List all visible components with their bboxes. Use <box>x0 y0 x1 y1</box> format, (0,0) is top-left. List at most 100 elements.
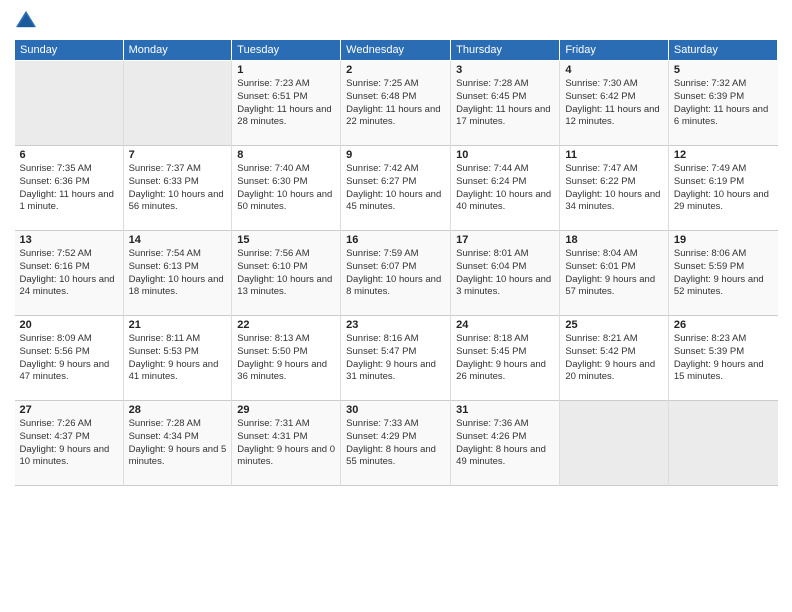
day-info: Sunrise: 7:59 AM Sunset: 6:07 PM Dayligh… <box>346 248 445 299</box>
col-header-friday: Friday <box>560 40 669 61</box>
day-number: 9 <box>346 149 445 161</box>
day-number: 2 <box>346 64 445 76</box>
day-number: 24 <box>456 319 554 331</box>
day-cell: 27Sunrise: 7:26 AM Sunset: 4:37 PM Dayli… <box>15 401 124 486</box>
day-info: Sunrise: 8:11 AM Sunset: 5:53 PM Dayligh… <box>129 333 227 384</box>
day-info: Sunrise: 7:37 AM Sunset: 6:33 PM Dayligh… <box>129 163 227 214</box>
day-number: 25 <box>565 319 663 331</box>
day-info: Sunrise: 7:42 AM Sunset: 6:27 PM Dayligh… <box>346 163 445 214</box>
day-number: 1 <box>237 64 335 76</box>
day-info: Sunrise: 7:26 AM Sunset: 4:37 PM Dayligh… <box>20 418 118 469</box>
day-info: Sunrise: 7:56 AM Sunset: 6:10 PM Dayligh… <box>237 248 335 299</box>
col-header-saturday: Saturday <box>668 40 777 61</box>
day-number: 3 <box>456 64 554 76</box>
day-number: 22 <box>237 319 335 331</box>
day-number: 23 <box>346 319 445 331</box>
day-info: Sunrise: 7:36 AM Sunset: 4:26 PM Dayligh… <box>456 418 554 469</box>
day-info: Sunrise: 7:44 AM Sunset: 6:24 PM Dayligh… <box>456 163 554 214</box>
day-cell: 24 Sunrise: 8:18 AM Sunset: 5:45 PM Dayli… <box>451 316 560 401</box>
calendar-container: SundayMondayTuesdayWednesdayThursdayFrid… <box>0 0 792 494</box>
day-number: 12 <box>674 149 773 161</box>
day-cell: 31 Sunrise: 7:36 AM Sunset: 4:26 PM Dayli… <box>451 401 560 486</box>
day-number: 26 <box>674 319 773 331</box>
col-header-sunday: Sunday <box>15 40 124 61</box>
calendar-table: SundayMondayTuesdayWednesdayThursdayFrid… <box>14 39 778 486</box>
day-cell: 5Sunrise: 7:32 AM Sunset: 6:39 PM Daylig… <box>668 61 777 146</box>
day-info: Sunrise: 7:47 AM Sunset: 6:22 PM Dayligh… <box>565 163 663 214</box>
day-info: Sunrise: 8:23 AM Sunset: 5:39 PM Dayligh… <box>674 333 773 384</box>
day-info: Sunrise: 8:13 AM Sunset: 5:50 PM Dayligh… <box>237 333 335 384</box>
day-number: 16 <box>346 234 445 246</box>
day-number: 29 <box>237 404 335 416</box>
day-cell: 21 Sunrise: 8:11 AM Sunset: 5:53 PM Dayli… <box>123 316 232 401</box>
day-number: 14 <box>129 234 227 246</box>
day-number: 31 <box>456 404 554 416</box>
day-cell: 25 Sunrise: 8:21 AM Sunset: 5:42 PM Dayli… <box>560 316 669 401</box>
day-cell: 10 Sunrise: 7:44 AM Sunset: 6:24 PM Dayli… <box>451 146 560 231</box>
day-cell: 23 Sunrise: 8:16 AM Sunset: 5:47 PM Dayli… <box>341 316 451 401</box>
day-info: Sunrise: 8:18 AM Sunset: 5:45 PM Dayligh… <box>456 333 554 384</box>
day-number: 8 <box>237 149 335 161</box>
col-header-thursday: Thursday <box>451 40 560 61</box>
day-number: 15 <box>237 234 335 246</box>
day-cell: 16 Sunrise: 7:59 AM Sunset: 6:07 PM Dayli… <box>341 231 451 316</box>
day-number: 28 <box>129 404 227 416</box>
day-cell: 29 Sunrise: 7:31 AM Sunset: 4:31 PM Dayli… <box>232 401 341 486</box>
day-info: Sunrise: 8:09 AM Sunset: 5:56 PM Dayligh… <box>20 333 118 384</box>
day-cell: 30Sunrise: 7:33 AM Sunset: 4:29 PM Dayli… <box>341 401 451 486</box>
day-cell: 3 Sunrise: 7:28 AM Sunset: 6:45 PM Daylig… <box>451 61 560 146</box>
day-number: 17 <box>456 234 554 246</box>
day-cell: 22 Sunrise: 8:13 AM Sunset: 5:50 PM Dayli… <box>232 316 341 401</box>
day-cell: 2Sunrise: 7:25 AM Sunset: 6:48 PM Daylig… <box>341 61 451 146</box>
day-number: 13 <box>20 234 118 246</box>
day-info: Sunrise: 8:04 AM Sunset: 6:01 PM Dayligh… <box>565 248 663 299</box>
day-cell: 20 Sunrise: 8:09 AM Sunset: 5:56 PM Dayli… <box>15 316 124 401</box>
header-row: SundayMondayTuesdayWednesdayThursdayFrid… <box>15 40 778 61</box>
day-info: Sunrise: 8:06 AM Sunset: 5:59 PM Dayligh… <box>674 248 773 299</box>
day-info: Sunrise: 8:21 AM Sunset: 5:42 PM Dayligh… <box>565 333 663 384</box>
day-cell: 4 Sunrise: 7:30 AM Sunset: 6:42 PM Daylig… <box>560 61 669 146</box>
day-number: 20 <box>20 319 118 331</box>
day-cell <box>123 61 232 146</box>
day-info: Sunrise: 7:28 AM Sunset: 4:34 PM Dayligh… <box>129 418 227 469</box>
logo <box>14 10 38 33</box>
day-cell <box>560 401 669 486</box>
day-info: Sunrise: 7:35 AM Sunset: 6:36 PM Dayligh… <box>20 163 118 214</box>
day-number: 6 <box>20 149 118 161</box>
day-number: 10 <box>456 149 554 161</box>
day-cell <box>15 61 124 146</box>
day-number: 19 <box>674 234 773 246</box>
day-cell: 13Sunrise: 7:52 AM Sunset: 6:16 PM Dayli… <box>15 231 124 316</box>
day-info: Sunrise: 8:01 AM Sunset: 6:04 PM Dayligh… <box>456 248 554 299</box>
day-info: Sunrise: 7:30 AM Sunset: 6:42 PM Dayligh… <box>565 78 663 129</box>
col-header-wednesday: Wednesday <box>341 40 451 61</box>
logo-icon <box>16 10 36 28</box>
day-cell: 26 Sunrise: 8:23 AM Sunset: 5:39 PM Dayli… <box>668 316 777 401</box>
day-info: Sunrise: 8:16 AM Sunset: 5:47 PM Dayligh… <box>346 333 445 384</box>
day-cell: 15 Sunrise: 7:56 AM Sunset: 6:10 PM Dayli… <box>232 231 341 316</box>
day-number: 4 <box>565 64 663 76</box>
day-info: Sunrise: 7:33 AM Sunset: 4:29 PM Dayligh… <box>346 418 445 469</box>
day-info: Sunrise: 7:31 AM Sunset: 4:31 PM Dayligh… <box>237 418 335 469</box>
col-header-monday: Monday <box>123 40 232 61</box>
week-row-1: 1 Sunrise: 7:23 AM Sunset: 6:51 PM Daylig… <box>15 61 778 146</box>
day-cell: 8 Sunrise: 7:40 AM Sunset: 6:30 PM Daylig… <box>232 146 341 231</box>
week-row-4: 20 Sunrise: 8:09 AM Sunset: 5:56 PM Dayli… <box>15 316 778 401</box>
day-info: Sunrise: 7:54 AM Sunset: 6:13 PM Dayligh… <box>129 248 227 299</box>
day-number: 21 <box>129 319 227 331</box>
week-row-3: 13Sunrise: 7:52 AM Sunset: 6:16 PM Dayli… <box>15 231 778 316</box>
day-cell: 9 Sunrise: 7:42 AM Sunset: 6:27 PM Daylig… <box>341 146 451 231</box>
header <box>14 10 778 33</box>
day-info: Sunrise: 7:32 AM Sunset: 6:39 PM Dayligh… <box>674 78 773 129</box>
day-info: Sunrise: 7:23 AM Sunset: 6:51 PM Dayligh… <box>237 78 335 129</box>
day-number: 11 <box>565 149 663 161</box>
day-info: Sunrise: 7:40 AM Sunset: 6:30 PM Dayligh… <box>237 163 335 214</box>
col-header-tuesday: Tuesday <box>232 40 341 61</box>
day-cell: 1 Sunrise: 7:23 AM Sunset: 6:51 PM Daylig… <box>232 61 341 146</box>
day-cell: 7Sunrise: 7:37 AM Sunset: 6:33 PM Daylig… <box>123 146 232 231</box>
day-cell: 18Sunrise: 8:04 AM Sunset: 6:01 PM Dayli… <box>560 231 669 316</box>
day-cell <box>668 401 777 486</box>
day-cell: 11 Sunrise: 7:47 AM Sunset: 6:22 PM Dayli… <box>560 146 669 231</box>
day-info: Sunrise: 7:28 AM Sunset: 6:45 PM Dayligh… <box>456 78 554 129</box>
day-cell: 28 Sunrise: 7:28 AM Sunset: 4:34 PM Dayli… <box>123 401 232 486</box>
